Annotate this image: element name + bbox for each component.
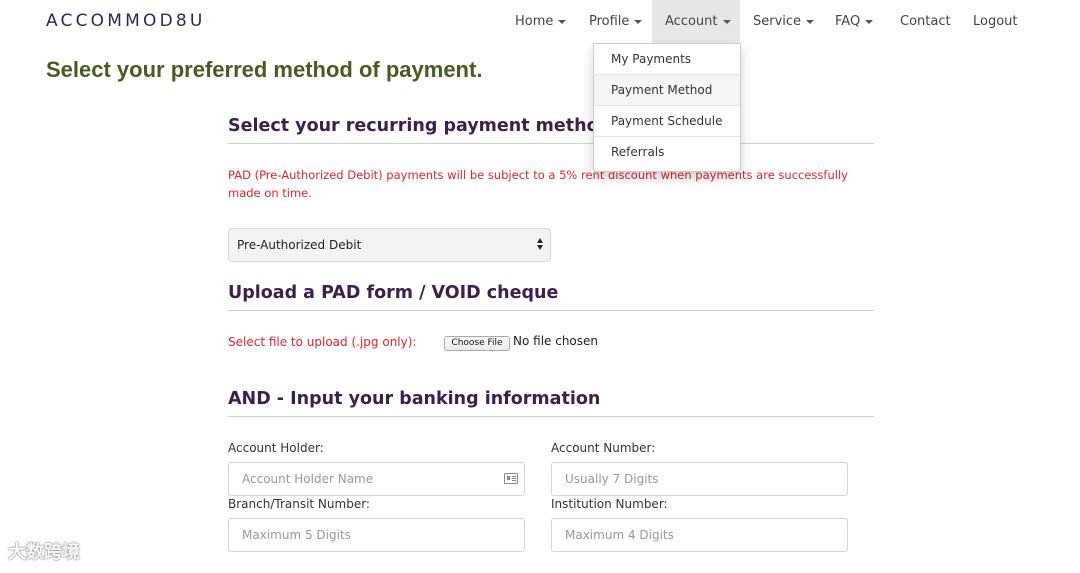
file-status-text: No file chosen bbox=[513, 334, 599, 348]
nav-profile-label: Profile bbox=[589, 14, 630, 29]
choose-file-button[interactable]: Choose File bbox=[444, 336, 510, 351]
branch-transit-placeholder: Maximum 5 Digits bbox=[242, 528, 351, 542]
institution-number-label: Institution Number: bbox=[551, 497, 668, 511]
account-number-placeholder: Usually 7 Digits bbox=[565, 472, 659, 486]
institution-number-placeholder: Maximum 4 Digits bbox=[565, 528, 674, 542]
menu-item-payment-schedule[interactable]: Payment Schedule bbox=[594, 106, 740, 137]
account-dropdown-menu: My Payments Payment Method Payment Sched… bbox=[593, 43, 741, 172]
account-number-label: Account Number: bbox=[551, 441, 656, 455]
caret-down-icon bbox=[558, 19, 567, 24]
menu-item-referrals[interactable]: Referrals bbox=[594, 137, 740, 168]
nav-account[interactable]: Account bbox=[652, 0, 740, 43]
nav-profile[interactable]: Profile bbox=[589, 0, 643, 43]
section-divider bbox=[228, 310, 874, 311]
watermark-logo: 大数跨境 bbox=[8, 542, 80, 563]
top-navbar: ACCOMMOD8U Home Profile Account Service … bbox=[0, 0, 1080, 43]
caret-down-icon bbox=[722, 19, 731, 24]
nav-home[interactable]: Home bbox=[515, 0, 567, 43]
nav-account-label: Account bbox=[665, 14, 718, 29]
payment-method-select[interactable]: Pre-Authorized Debit bbox=[228, 228, 551, 262]
select-arrows-icon bbox=[537, 238, 544, 252]
section-divider bbox=[228, 416, 874, 417]
branch-transit-input[interactable]: Maximum 5 Digits bbox=[228, 518, 525, 552]
upload-label: Select file to upload (.jpg only): bbox=[228, 335, 417, 349]
institution-number-input[interactable]: Maximum 4 Digits bbox=[551, 518, 848, 552]
nav-service-label: Service bbox=[753, 14, 802, 29]
brand-logo[interactable]: ACCOMMOD8U bbox=[46, 11, 206, 31]
nav-faq[interactable]: FAQ bbox=[835, 0, 874, 43]
caret-down-icon bbox=[634, 19, 643, 24]
nav-service[interactable]: Service bbox=[753, 0, 815, 43]
menu-item-my-payments[interactable]: My Payments bbox=[594, 44, 740, 75]
nav-logout[interactable]: Logout bbox=[973, 0, 1018, 43]
recurring-section-title: Select your recurring payment method bbox=[228, 116, 612, 136]
nav-faq-label: FAQ bbox=[835, 14, 861, 29]
caret-down-icon bbox=[865, 19, 874, 24]
contact-card-icon bbox=[504, 473, 518, 484]
nav-contact[interactable]: Contact bbox=[900, 0, 951, 43]
menu-item-payment-method[interactable]: Payment Method bbox=[594, 75, 740, 106]
branch-transit-label: Branch/Transit Number: bbox=[228, 497, 370, 511]
payment-method-selected-value: Pre-Authorized Debit bbox=[237, 238, 362, 252]
account-holder-input[interactable]: Account Holder Name bbox=[228, 462, 525, 496]
account-number-input[interactable]: Usually 7 Digits bbox=[551, 462, 848, 496]
banking-section-title: AND - Input your banking information bbox=[228, 389, 601, 409]
account-holder-label: Account Holder: bbox=[228, 441, 324, 455]
section-divider bbox=[228, 143, 874, 144]
upload-section-title: Upload a PAD form / VOID cheque bbox=[228, 283, 559, 303]
nav-home-label: Home bbox=[515, 14, 554, 29]
page-title: Select your preferred method of payment. bbox=[46, 57, 483, 82]
account-holder-placeholder: Account Holder Name bbox=[242, 472, 374, 486]
pad-discount-notice: PAD (Pre-Authorized Debit) payments will… bbox=[228, 168, 848, 200]
caret-down-icon bbox=[806, 19, 815, 24]
